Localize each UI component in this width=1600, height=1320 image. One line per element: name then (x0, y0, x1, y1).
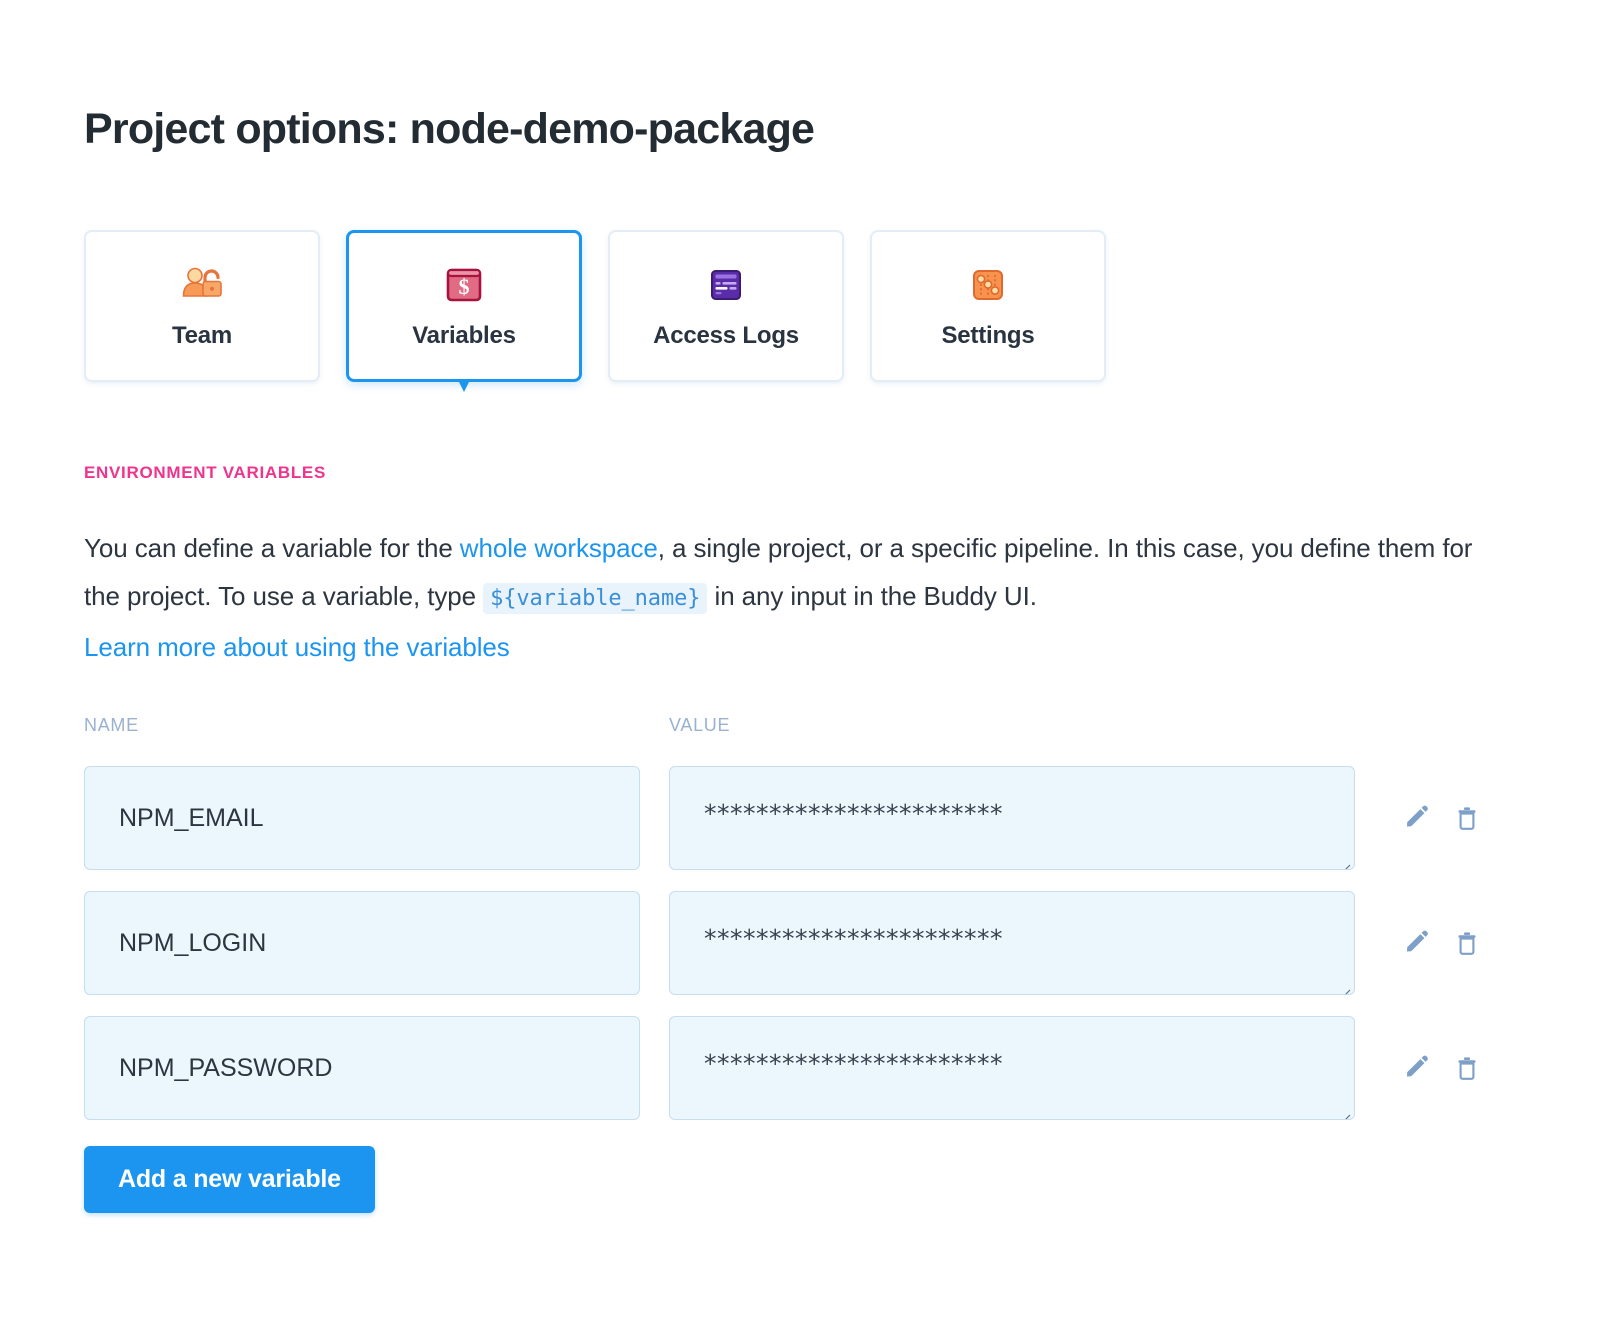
tab-settings-label: Settings (941, 322, 1035, 349)
tab-team[interactable]: Team (84, 230, 320, 382)
textarea-resize-handle[interactable] (1337, 852, 1351, 869)
tab-variables-label: Variables (412, 322, 516, 349)
project-options-tabs: Team $ Variables Access Logs Settings (84, 230, 1106, 382)
row-actions (1402, 766, 1482, 870)
table-row: NPM_EMAIL *********************** (84, 766, 1504, 870)
log-lines-icon (706, 262, 746, 308)
column-header-value: VALUE (669, 715, 731, 735)
variable-name-input[interactable]: NPM_PASSWORD (84, 1016, 640, 1120)
learn-more-link[interactable]: Learn more about using the variables (84, 623, 1504, 671)
tab-access-logs[interactable]: Access Logs (608, 230, 844, 382)
whole-workspace-link[interactable]: whole workspace (460, 533, 658, 563)
variable-name-input[interactable]: NPM_LOGIN (84, 891, 640, 995)
variable-value-text: *********************** (704, 924, 1003, 953)
trash-icon[interactable] (1452, 928, 1482, 958)
team-lock-icon (179, 262, 225, 308)
section-heading: ENVIRONMENT VARIABLES (84, 463, 327, 482)
trash-icon[interactable] (1452, 803, 1482, 833)
variable-syntax-code: ${variable_name} (483, 583, 708, 614)
variable-value-text: *********************** (704, 799, 1003, 828)
tab-variables[interactable]: $ Variables (346, 230, 582, 382)
tab-access-logs-label: Access Logs (653, 322, 799, 349)
pencil-icon[interactable] (1402, 803, 1432, 833)
pencil-icon[interactable] (1402, 928, 1432, 958)
table-row: NPM_PASSWORD *********************** (84, 1016, 1504, 1120)
project-options-page: Project options: node-demo-package Team (0, 0, 1600, 1320)
page-title: Project options: node-demo-package (84, 105, 815, 153)
pencil-icon[interactable] (1402, 1053, 1432, 1083)
column-header-name: NAME (84, 715, 139, 735)
desc-text-3: in any input in the Buddy UI. (707, 581, 1037, 611)
tab-team-label: Team (171, 322, 233, 349)
row-actions (1402, 891, 1482, 995)
variable-value-input[interactable]: *********************** (669, 766, 1355, 870)
row-actions (1402, 1016, 1482, 1120)
sliders-icon (968, 262, 1008, 308)
textarea-resize-handle[interactable] (1337, 1102, 1351, 1119)
dollar-card-icon: $ (443, 262, 485, 308)
svg-text:$: $ (459, 274, 470, 299)
variable-value-text: *********************** (704, 1049, 1003, 1078)
tab-settings[interactable]: Settings (870, 230, 1106, 382)
add-new-variable-button[interactable]: Add a new variable (84, 1146, 375, 1213)
variables-list: NPM_EMAIL *********************** NPM_LO… (84, 766, 1504, 1141)
variable-value-input[interactable]: *********************** (669, 891, 1355, 995)
textarea-resize-handle[interactable] (1337, 977, 1351, 994)
table-row: NPM_LOGIN *********************** (84, 891, 1504, 995)
trash-icon[interactable] (1452, 1053, 1482, 1083)
variable-value-input[interactable]: *********************** (669, 1016, 1355, 1120)
active-tab-pointer (451, 379, 477, 394)
desc-text-1: You can define a variable for the (84, 533, 460, 563)
section-description: You can define a variable for the whole … (84, 524, 1504, 671)
variable-name-input[interactable]: NPM_EMAIL (84, 766, 640, 870)
